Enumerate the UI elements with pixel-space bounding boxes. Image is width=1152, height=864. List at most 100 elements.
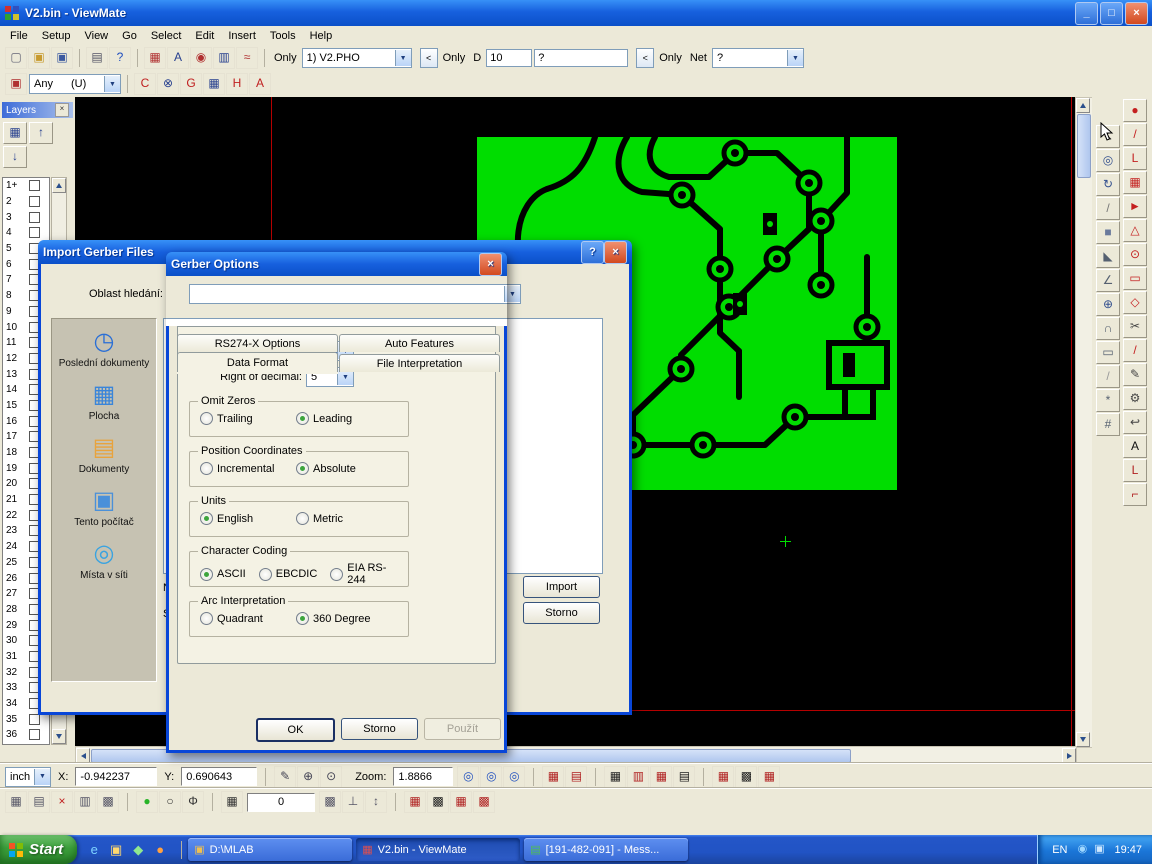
radio-english[interactable]: English <box>200 512 288 525</box>
draw-slash-icon[interactable]: / <box>1123 339 1147 362</box>
angle-tool-icon[interactable]: ∠ <box>1096 269 1120 292</box>
dcode-grid-icon[interactable]: ▥ <box>213 47 235 69</box>
menu-help[interactable]: Help <box>303 28 340 44</box>
board-icon[interactable]: ▦ <box>5 791 27 813</box>
highlight-grid-icon[interactable]: ▦ <box>144 47 166 69</box>
place-network[interactable]: ◎Místa v síti <box>58 541 150 582</box>
menu-tools[interactable]: Tools <box>263 28 303 44</box>
firefox-quicklaunch-icon[interactable]: ● <box>151 840 169 860</box>
draw-pads-icon[interactable]: ▦ <box>1123 171 1147 194</box>
layer-lower-icon[interactable]: ↓ <box>3 146 27 168</box>
scroll-left-icon[interactable] <box>76 748 90 763</box>
draw-triangle-icon[interactable]: △ <box>1123 219 1147 242</box>
pattern-c-icon[interactable]: ▦ <box>450 791 472 813</box>
status-led-icon[interactable]: ● <box>136 791 158 813</box>
menu-view[interactable]: View <box>77 28 115 44</box>
ruler-icon[interactable]: ▥ <box>74 791 96 813</box>
layers-panel-caption[interactable]: Layers × <box>2 102 73 118</box>
import-button[interactable]: Import <box>523 576 600 598</box>
task-message[interactable]: ▤[191-482-091] - Mess... <box>524 838 688 861</box>
dialog-help-button[interactable]: ? <box>581 241 604 264</box>
tab-data-format[interactable]: Data Format <box>177 352 338 372</box>
units-combo[interactable]: inch <box>5 767 51 787</box>
dcode-table2-icon[interactable]: ▤ <box>565 766 587 788</box>
net-view3-icon[interactable]: ▦ <box>758 766 780 788</box>
scroll-down-icon[interactable] <box>1076 732 1090 747</box>
dcode-table-icon[interactable]: ▦ <box>542 766 564 788</box>
context-help-icon[interactable]: ? <box>109 47 131 69</box>
menu-go[interactable]: Go <box>115 28 144 44</box>
delete-icon[interactable]: × <box>51 791 73 813</box>
dot-grid-icon[interactable]: ▩ <box>97 791 119 813</box>
menu-edit[interactable]: Edit <box>188 28 221 44</box>
only-net-label[interactable]: Only <box>656 52 685 64</box>
aperture-pair-icon[interactable]: ◉ <box>190 47 212 69</box>
pad-grid-icon[interactable]: ▦ <box>203 73 225 95</box>
dropdown-arrow-icon[interactable] <box>787 50 803 66</box>
pad-view-icon[interactable]: ▦ <box>604 766 626 788</box>
pad-view4-icon[interactable]: ▤ <box>673 766 695 788</box>
prev-net-button[interactable]: < <box>636 48 654 68</box>
start-button[interactable]: Start <box>0 835 77 864</box>
radio-ascii[interactable]: ASCII <box>200 562 246 586</box>
place-documents[interactable]: ▤Dokumenty <box>58 435 150 476</box>
place-computer[interactable]: ▣Tento počítač <box>58 488 150 529</box>
dcode-mask-input[interactable]: ? <box>534 49 628 67</box>
explorer-quicklaunch-icon[interactable]: ▣ <box>107 840 125 860</box>
a-text-icon[interactable]: A <box>249 73 271 95</box>
draw-diamond-icon[interactable]: ◇ <box>1123 291 1147 314</box>
gerber-dialog-titlebar[interactable]: Gerber Options × <box>166 252 507 276</box>
scroll-down-icon[interactable] <box>52 729 66 744</box>
text-a-icon[interactable]: A <box>1123 435 1147 458</box>
radio-quadrant[interactable]: Quadrant <box>200 612 288 625</box>
pad-view3-icon[interactable]: ▦ <box>650 766 672 788</box>
draw-dot-icon[interactable]: ● <box>1123 99 1147 122</box>
draw-line-icon[interactable]: / <box>1123 123 1147 146</box>
language-indicator[interactable]: EN <box>1052 844 1067 856</box>
anchor-icon[interactable]: ⊥ <box>342 791 364 813</box>
star-tool-icon[interactable]: * <box>1096 389 1120 412</box>
layer-visibility-checkbox[interactable] <box>29 212 40 223</box>
draw-rect-icon[interactable]: ▭ <box>1123 267 1147 290</box>
open-folder-icon[interactable]: ▣ <box>28 47 50 69</box>
measure-text-icon[interactable]: A <box>167 47 189 69</box>
print-icon[interactable]: ▤ <box>86 47 108 69</box>
tab-auto-features[interactable]: Auto Features <box>339 334 500 352</box>
restore-button[interactable]: □ <box>1100 2 1123 25</box>
pencil-icon[interactable]: ✎ <box>1123 363 1147 386</box>
task-viewmate[interactable]: ▦V2.bin - ViewMate <box>356 838 520 861</box>
rotate-tool-icon[interactable]: ↻ <box>1096 173 1120 196</box>
layer-visibility-checkbox[interactable] <box>29 729 40 740</box>
scroll-up-icon[interactable] <box>52 178 66 193</box>
dropdown-arrow-icon[interactable] <box>34 769 50 785</box>
menu-file[interactable]: File <box>3 28 35 44</box>
h-pad-icon[interactable]: H <box>226 73 248 95</box>
save-icon[interactable]: ▣ <box>51 47 73 69</box>
pattern-b-icon[interactable]: ▩ <box>427 791 449 813</box>
menu-select[interactable]: Select <box>144 28 189 44</box>
text-l-icon[interactable]: L <box>1123 459 1147 482</box>
radio-incremental[interactable]: Incremental <box>200 462 288 475</box>
draw-arrow-icon[interactable]: ► <box>1123 195 1147 218</box>
net-view2-icon[interactable]: ▩ <box>735 766 757 788</box>
tray-shield-icon[interactable]: ◉ <box>1074 840 1090 860</box>
mirror-tool-icon[interactable]: ◣ <box>1096 245 1120 268</box>
menu-setup[interactable]: Setup <box>35 28 78 44</box>
layer-filter-combo[interactable]: 1) V2.PHO <box>302 48 412 68</box>
dialog-close-button[interactable]: × <box>479 253 502 276</box>
cut-icon[interactable]: ✂ <box>1123 315 1147 338</box>
minimize-button[interactable]: _ <box>1075 2 1098 25</box>
zoom-window-icon[interactable]: ◎ <box>503 766 525 788</box>
pattern-a-icon[interactable]: ▦ <box>404 791 426 813</box>
only-layer-label[interactable]: Only <box>271 52 300 64</box>
arc-tool-icon[interactable]: ∩ <box>1096 317 1120 340</box>
radio-eia-rs-244[interactable]: EIA RS-244 <box>330 562 395 586</box>
radio-leading[interactable]: Leading <box>296 412 384 425</box>
frame-tool-icon[interactable]: ▭ <box>1096 341 1120 364</box>
grid-toggle-icon[interactable]: ▦ <box>221 791 243 813</box>
import-cancel-button[interactable]: Storno <box>523 602 600 624</box>
vertical-scrollbar[interactable] <box>1075 97 1093 748</box>
dots-grid-icon[interactable]: ▩ <box>319 791 341 813</box>
zoom-in-icon[interactable]: ◎ <box>480 766 502 788</box>
slope-tool-icon[interactable]: / <box>1096 365 1120 388</box>
